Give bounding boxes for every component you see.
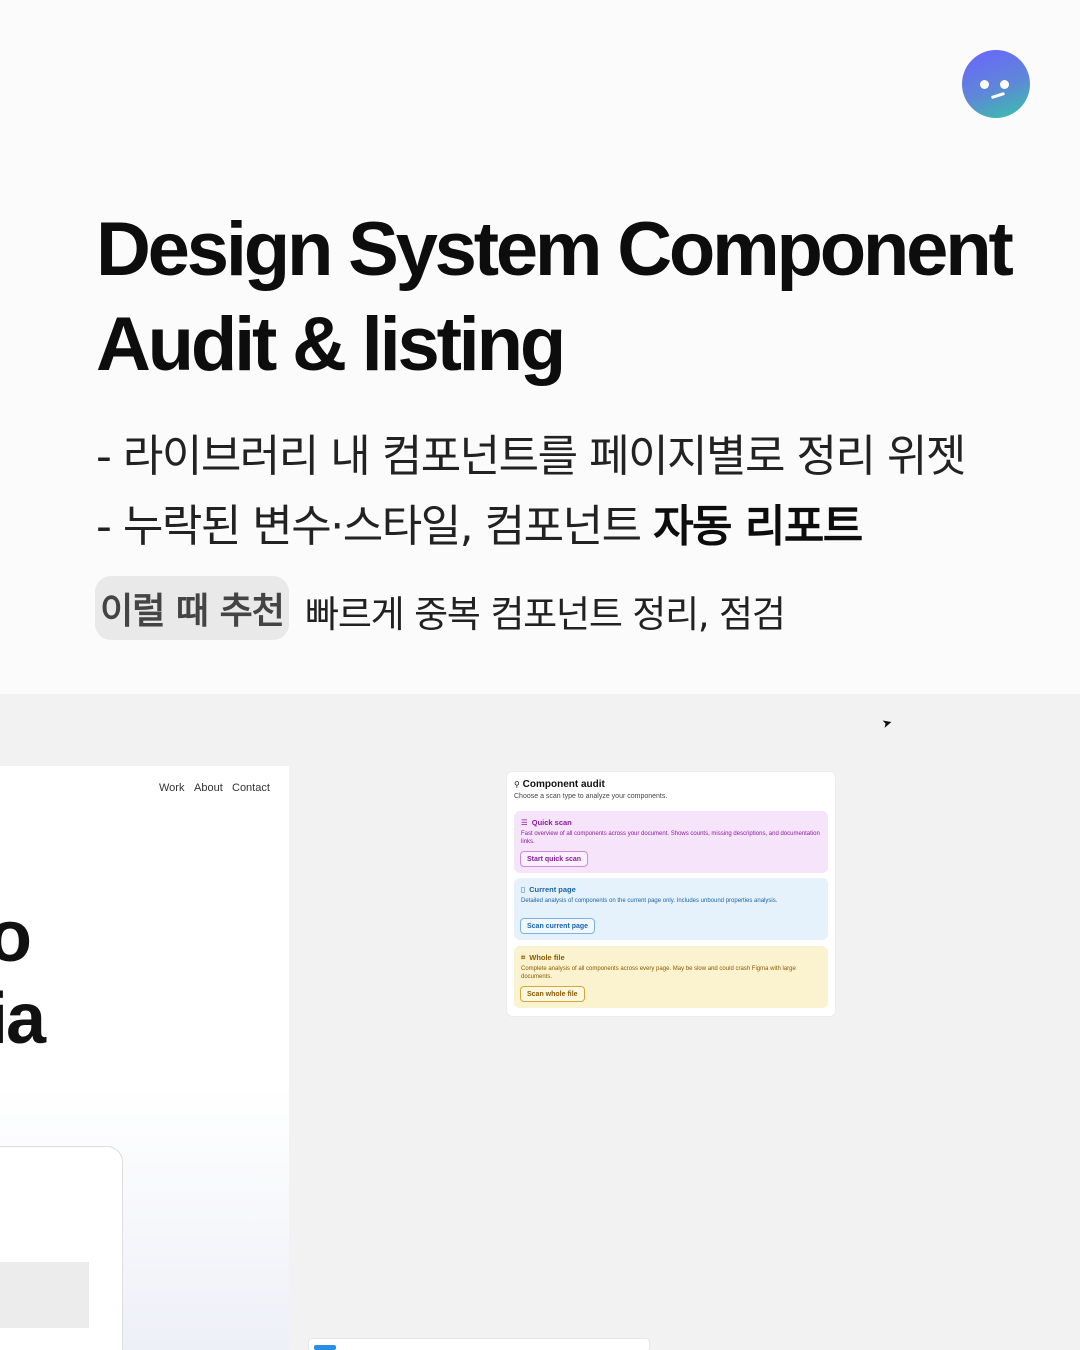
scan-option-label: Whole file [529,953,565,962]
scan-option-header: ⌗ Whole file [521,953,565,963]
scan-option-description: Detailed analysis of components on the c… [521,898,778,904]
scan-option-label: Current page [529,885,576,894]
nav-link-contact[interactable]: Contact [232,782,270,794]
list-icon: ☰ [521,818,528,827]
feature-bullet-1: - 라이브러리 내 컴포넌트를 페이지별로 정리 위젯 [96,431,966,482]
title-line-1: Design System Component [96,207,1014,292]
scan-current-page-button[interactable]: Scan current page [520,918,596,934]
search-icon: ⚲ [514,780,520,789]
hero-text-line-1: o [0,897,32,977]
recommend-badge: 이럴 때 추천 [95,576,289,640]
scan-option-description: Complete analysis of all components acro… [521,966,796,980]
scan-icon: ⌗ [521,953,526,962]
scan-option-label: Quick scan [531,818,572,827]
start-quick-scan-button[interactable]: Start quick scan [520,851,589,867]
avatar-eye-left [980,80,989,89]
feature-bullet-2-emphasis: 자동 리포트 [653,501,863,552]
panel-subtitle: Choose a scan type to analyze your compo… [514,793,668,800]
scan-option-current-page: ▯ Current page Detailed analysis of comp… [514,878,828,940]
scan-option-whole-file: ⌗ Whole file Complete analysis of all co… [514,946,828,1008]
panel-title: ⚲ Component audit [514,779,605,790]
title-line-2: Audit & listing [96,302,566,387]
bottom-frame-accent [314,1345,336,1350]
page-icon: ▯ [521,885,526,894]
avatar [962,50,1030,118]
bottom-frame-preview [308,1338,650,1350]
feature-bullet-2: - 누락된 변수·스타일, 컴포넌트 자동 리포트 [96,490,863,554]
panel-title-text: Component audit [522,779,605,790]
feature-bullet-2-text: - 누락된 변수·스타일, 컴포넌트 [96,501,654,552]
scan-option-description: Fast overview of all components across y… [521,831,820,845]
scan-option-header: ☰ Quick scan [521,818,572,827]
avatar-mouth [990,91,1006,100]
scan-option-header: ▯ Current page [521,885,576,894]
page-title: Design System Component Audit & listing [96,202,1066,392]
recommend-text: 빠르게 중복 컴포넌트 정리, 점검 [305,593,786,636]
website-card-image [0,1262,89,1328]
hero-text-line-2: ia [0,979,46,1059]
scan-option-quick: ☰ Quick scan Fast overview of all compon… [514,811,828,873]
scan-whole-file-button[interactable]: Scan whole file [520,986,585,1002]
nav-link-work[interactable]: Work [159,782,184,794]
nav-link-about[interactable]: About [194,782,223,794]
avatar-eye-right [1000,80,1009,89]
